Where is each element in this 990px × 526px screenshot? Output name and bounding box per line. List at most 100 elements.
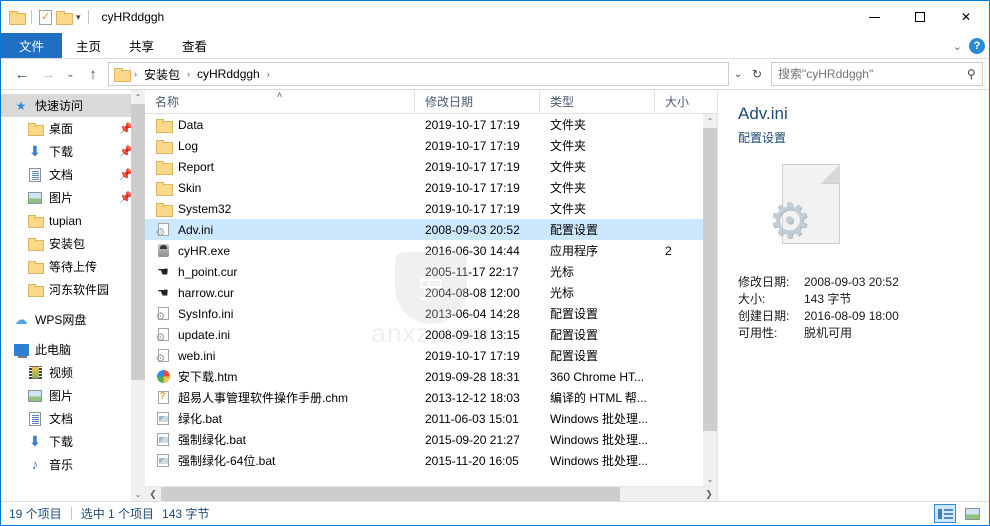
table-row[interactable]: 安下载.htm 2019-09-28 18:31 360 Chrome HT..… [145,366,717,387]
properties-icon[interactable] [39,9,52,25]
file-name-cell[interactable]: 绿化.bat [145,410,415,427]
sidebar-scrollbar[interactable]: ⌃ ⌄ [131,90,145,501]
sidebar-item-label: 等待上传 [49,260,98,274]
up-button[interactable]: ↑ [80,61,106,87]
file-name-cell[interactable]: System32 [145,201,415,217]
address-dropdown-icon[interactable]: ⌄ [729,69,747,80]
file-name-cell[interactable]: 强制绿化-64位.bat [145,452,415,469]
file-name-cell[interactable]: update.ini [145,327,415,343]
file-name-cell[interactable]: web.ini [145,348,415,364]
column-header-name[interactable]: ˄ 名称 [145,90,415,113]
file-name-cell[interactable]: 强制绿化.bat [145,431,415,448]
column-header-date[interactable]: 修改日期 [415,90,540,113]
sidebar-item-wps-cloud[interactable]: ☁ WPS网盘 [1,308,145,331]
sidebar-item-pictures-pc[interactable]: 图片 [1,384,145,407]
breadcrumb-folder-icon[interactable] [114,68,131,82]
sidebar-item-documents[interactable]: 文档 📌 [1,163,145,186]
sidebar-item-hedong[interactable]: 河东软件园 [1,278,145,301]
horizontal-scroll-track[interactable] [161,486,701,502]
tab-share[interactable]: 共享 [115,33,168,58]
sidebar-item-documents-pc[interactable]: 文档 [1,407,145,430]
details-view-button[interactable] [934,504,956,523]
search-icon[interactable]: ⚲ [967,67,976,81]
file-name-cell[interactable]: cyHR.exe [145,243,415,259]
table-row[interactable]: System32 2019-10-17 17:19 文件夹 [145,198,717,219]
gear-icon: ⚙ [768,195,812,249]
scroll-up-icon[interactable]: ⌃ [131,90,145,104]
sidebar-item-downloads[interactable]: ⬇ 下载 📌 [1,140,145,163]
breadcrumb-item-0[interactable]: 安装包 [142,66,182,83]
scroll-up-icon[interactable]: ⌃ [703,114,717,128]
horizontal-scrollbar[interactable]: ❮ ❯ [145,486,717,502]
sidebar-item-tupian[interactable]: tupian [1,209,145,232]
table-row[interactable]: ☚ h_point.cur 2005-11-17 22:17 光标 [145,261,717,282]
table-row[interactable]: 强制绿化.bat 2015-09-20 21:27 Windows 批处理... [145,429,717,450]
new-folder-icon[interactable] [56,11,73,25]
table-row[interactable]: Data 2019-10-17 17:19 文件夹 [145,114,717,135]
close-button[interactable]: ✕ [943,1,989,33]
refresh-button[interactable]: ↻ [747,67,767,81]
table-row[interactable]: ☚ harrow.cur 2004-08-08 12:00 光标 [145,282,717,303]
file-name-cell[interactable]: Log [145,138,415,154]
sidebar-item-install-package[interactable]: 安装包 [1,232,145,255]
file-list-scrollbar[interactable]: ⌃ ⌄ [703,114,717,486]
table-row-selected[interactable]: Adv.ini 2008-09-03 20:52 配置设置 [145,219,717,240]
sidebar-item-pictures[interactable]: 图片 📌 [1,186,145,209]
table-row[interactable]: update.ini 2008-09-18 13:15 配置设置 [145,324,717,345]
sidebar-item-quick-access[interactable]: ★ 快速访问 [1,94,145,117]
table-row[interactable]: Log 2019-10-17 17:19 文件夹 [145,135,717,156]
file-name-cell[interactable]: Data [145,117,415,133]
file-name-cell[interactable]: 安下载.htm [145,368,415,385]
breadcrumb-item-1[interactable]: cyHRddggh [195,67,262,81]
column-header-type[interactable]: 类型 [540,90,655,113]
file-name-cell[interactable]: ☚ h_point.cur [145,264,415,280]
customize-dropdown-icon[interactable]: ▾ [76,12,81,23]
file-scroll-track[interactable] [703,128,717,472]
sidebar-scroll-track[interactable] [131,104,145,487]
sidebar-item-desktop[interactable]: 桌面 📌 [1,117,145,140]
table-row[interactable]: Report 2019-10-17 17:19 文件夹 [145,156,717,177]
tab-file[interactable]: 文件 [1,33,63,58]
file-name-cell[interactable]: SysInfo.ini [145,306,415,322]
file-scroll-thumb[interactable] [703,128,717,431]
sidebar-scroll-thumb[interactable] [131,104,145,380]
table-row[interactable]: Skin 2019-10-17 17:19 文件夹 [145,177,717,198]
file-name-cell[interactable]: ☚ harrow.cur [145,285,415,301]
sidebar-item-downloads-pc[interactable]: ⬇ 下载 [1,430,145,453]
search-box[interactable]: ⚲ [771,62,983,86]
minimize-button[interactable] [851,1,897,33]
tab-view[interactable]: 查看 [168,33,221,58]
sidebar-item-videos[interactable]: 视频 [1,361,145,384]
ini-icon [155,327,171,343]
table-row[interactable]: 强制绿化-64位.bat 2015-11-20 16:05 Windows 批处… [145,450,717,471]
file-name-cell[interactable]: Skin [145,180,415,196]
back-button[interactable]: ← [9,61,35,87]
table-row[interactable]: 超易人事管理软件操作手册.chm 2013-12-12 18:03 编译的 HT… [145,387,717,408]
tab-home[interactable]: 主页 [62,33,115,58]
table-row[interactable]: web.ini 2019-10-17 17:19 配置设置 [145,345,717,366]
folder-icon[interactable] [9,11,26,25]
scroll-down-icon[interactable]: ⌄ [703,472,717,486]
chevron-down-icon[interactable]: ⌄ [953,40,962,53]
sidebar-item-pending-upload[interactable]: 等待上传 [1,255,145,278]
file-name-cell[interactable]: Adv.ini [145,222,415,238]
recent-locations-button[interactable]: ⌄ [61,61,80,87]
breadcrumb[interactable]: › 安装包 › cyHRddggh › [108,62,729,86]
table-row[interactable]: cyHR.exe 2016-06-30 14:44 应用程序 2 [145,240,717,261]
search-input[interactable] [778,67,968,81]
horizontal-scroll-thumb[interactable] [161,486,620,502]
sidebar-item-this-pc[interactable]: 此电脑 [1,338,145,361]
large-icons-view-button[interactable] [961,504,983,523]
column-header-size[interactable]: 大小 [655,90,701,113]
scroll-left-icon[interactable]: ❮ [145,489,161,500]
sidebar-item-music[interactable]: ♪ 音乐 [1,453,145,476]
maximize-button[interactable] [897,1,943,33]
forward-button[interactable]: → [35,61,61,87]
scroll-right-icon[interactable]: ❯ [701,489,717,500]
help-icon[interactable]: ? [969,38,985,54]
file-name-cell[interactable]: Report [145,159,415,175]
table-row[interactable]: SysInfo.ini 2013-06-04 14:28 配置设置 [145,303,717,324]
scroll-down-icon[interactable]: ⌄ [131,487,145,501]
file-name-cell[interactable]: 超易人事管理软件操作手册.chm [145,389,415,406]
table-row[interactable]: 绿化.bat 2011-06-03 15:01 Windows 批处理... [145,408,717,429]
